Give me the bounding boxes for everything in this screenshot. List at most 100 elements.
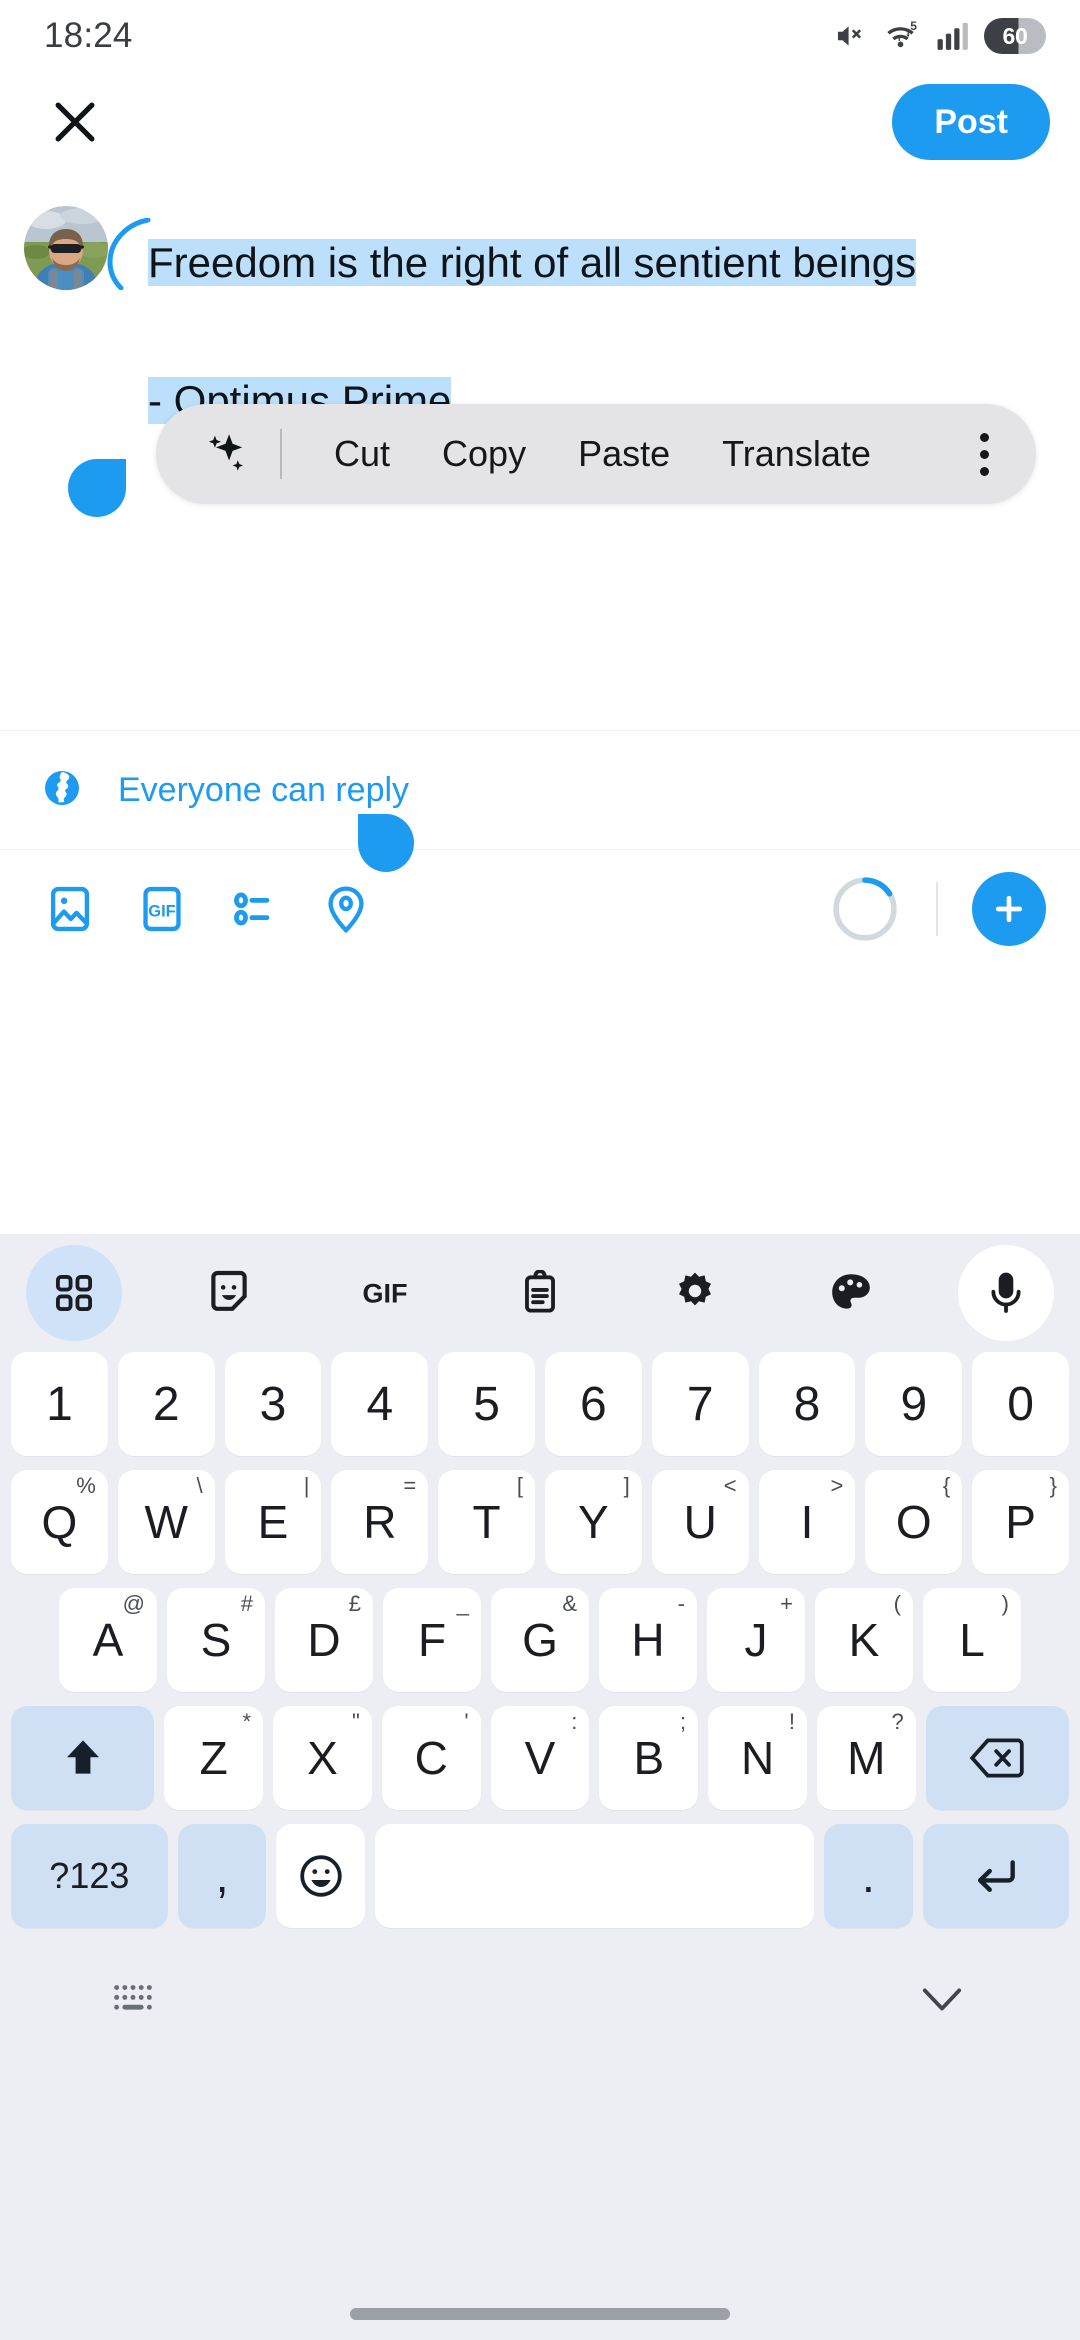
key-j-alt: + <box>780 1591 793 1616</box>
key-r-alt: = <box>403 1473 417 1498</box>
on-screen-keyboard: GIF 1 2 3 4 5 6 7 8 9 0 % Q \ W | E = R … <box>0 1234 1080 2340</box>
microphone-icon[interactable] <box>957 1245 1054 1341</box>
key-b-label: B <box>633 1732 665 1784</box>
key-z[interactable]: * Z <box>164 1706 264 1810</box>
settings-gear-icon[interactable] <box>647 1245 743 1341</box>
enter-return-icon[interactable] <box>922 1824 1069 1928</box>
cut-button[interactable]: Cut <box>308 433 416 475</box>
key-w[interactable]: \ W <box>117 1470 215 1574</box>
keyboard-row-bottom: ?123 , . <box>6 1824 1074 1928</box>
key-h[interactable]: -H <box>599 1588 697 1692</box>
key-n[interactable]: ! N <box>708 1706 807 1810</box>
key-x[interactable]: " X <box>273 1706 372 1810</box>
key-b[interactable]: ; B <box>599 1706 699 1810</box>
key-g[interactable]: & G <box>491 1588 589 1692</box>
key-h-alt: - <box>677 1591 685 1616</box>
keyboard-row-numbers: 1 2 3 4 5 6 7 8 9 0 <box>6 1352 1074 1456</box>
key-e[interactable]: | E <box>224 1470 322 1574</box>
key-w-label: W <box>144 1496 188 1548</box>
key-4[interactable]: 4 <box>331 1352 429 1456</box>
globe-icon <box>42 768 82 813</box>
chevron-down-icon[interactable] <box>914 1978 970 2025</box>
key-y-label: Y <box>578 1496 609 1548</box>
reply-settings-row[interactable]: Everyone can reply <box>0 731 1080 849</box>
keyboard-key-rows: 1 2 3 4 5 6 7 8 9 0 % Q \ W | E = R [T ] Y < U… <box>0 1352 1080 1942</box>
key-3[interactable]: 3 <box>224 1352 322 1456</box>
keyboard-row-q: % Q \ W | E = R [T ] Y < U > I {O } P <box>6 1470 1074 1574</box>
key-r[interactable]: = R <box>331 1470 429 1574</box>
symbols-key[interactable]: ?123 <box>11 1824 168 1928</box>
key-c-alt: ' <box>464 1709 469 1734</box>
emoji-smiley-icon[interactable] <box>276 1824 366 1928</box>
key-s-label: S <box>200 1614 232 1666</box>
key-y-alt: ] <box>623 1473 630 1498</box>
backspace-icon[interactable] <box>925 1706 1069 1810</box>
poll-icon[interactable] <box>208 863 300 955</box>
key-u[interactable]: < U <box>651 1470 749 1574</box>
key-s-alt: # <box>240 1591 253 1616</box>
key-7[interactable]: 7 <box>651 1352 749 1456</box>
key-t-label: T <box>472 1496 501 1548</box>
key-o[interactable]: {O <box>865 1470 963 1574</box>
key-2[interactable]: 2 <box>117 1352 215 1456</box>
more-vertical-icon[interactable] <box>946 416 1022 492</box>
key-w-alt: \ <box>196 1473 203 1498</box>
toolbar-divider <box>280 429 282 479</box>
key-1[interactable]: 1 <box>11 1352 108 1456</box>
key-m-alt: ? <box>891 1709 904 1734</box>
post-button[interactable]: Post <box>892 84 1050 160</box>
key-8[interactable]: 8 <box>758 1352 856 1456</box>
compose-caret-ring <box>96 218 156 290</box>
key-j-label: J <box>744 1614 768 1666</box>
sparkle-icon[interactable] <box>192 429 262 479</box>
selection-handle-end[interactable] <box>358 814 414 872</box>
close-icon[interactable] <box>42 89 108 155</box>
key-l-alt: ) <box>1001 1591 1009 1616</box>
key-p[interactable]: } P <box>972 1470 1069 1574</box>
key-j[interactable]: + J <box>707 1588 805 1692</box>
key-9[interactable]: 9 <box>865 1352 963 1456</box>
period-key[interactable]: . <box>823 1824 913 1928</box>
gif-icon[interactable]: GIF <box>116 863 208 955</box>
key-v[interactable]: :V <box>490 1706 590 1810</box>
key-m[interactable]: ? M <box>816 1706 916 1810</box>
add-post-button[interactable] <box>972 872 1046 946</box>
theme-palette-icon[interactable] <box>803 1245 899 1341</box>
sticker-icon[interactable] <box>181 1245 277 1341</box>
key-s[interactable]: # S <box>167 1588 265 1692</box>
key-n-alt: ! <box>788 1709 795 1734</box>
composer-divider <box>936 882 938 936</box>
key-y[interactable]: ] Y <box>545 1470 642 1574</box>
key-t[interactable]: [T <box>438 1470 535 1574</box>
paste-button[interactable]: Paste <box>552 433 696 475</box>
selection-handle-start[interactable] <box>68 459 126 517</box>
apps-grid-icon[interactable] <box>26 1245 122 1341</box>
key-6[interactable]: 6 <box>545 1352 642 1456</box>
key-i[interactable]: > I <box>758 1470 856 1574</box>
key-f[interactable]: _ F <box>383 1588 481 1692</box>
clipboard-icon[interactable] <box>492 1245 588 1341</box>
key-5[interactable]: 5 <box>438 1352 535 1456</box>
key-z-label: Z <box>199 1732 228 1784</box>
wifi-5g-icon: 5 <box>882 18 922 54</box>
key-e-label: E <box>257 1496 289 1548</box>
shift-icon[interactable] <box>11 1706 155 1810</box>
key-0[interactable]: 0 <box>972 1352 1069 1456</box>
media-icon[interactable] <box>24 863 116 955</box>
copy-button[interactable]: Copy <box>416 433 552 475</box>
key-q[interactable]: % Q <box>11 1470 108 1574</box>
space-key[interactable] <box>375 1824 814 1928</box>
key-l[interactable]: ) L <box>923 1588 1021 1692</box>
svg-text:GIF: GIF <box>362 1279 407 1309</box>
comma-key[interactable]: , <box>177 1824 267 1928</box>
key-k[interactable]: (K <box>815 1588 913 1692</box>
gesture-home-bar[interactable] <box>350 2308 730 2320</box>
key-a[interactable]: @ A <box>59 1588 157 1692</box>
translate-button[interactable]: Translate <box>696 433 897 475</box>
location-icon[interactable] <box>300 863 392 955</box>
key-f-label: F <box>417 1614 447 1666</box>
keyboard-switch-icon[interactable] <box>110 1981 156 2022</box>
key-c[interactable]: ' C <box>381 1706 481 1810</box>
key-d[interactable]: £ D <box>275 1588 373 1692</box>
gif-icon[interactable]: GIF <box>337 1245 433 1341</box>
